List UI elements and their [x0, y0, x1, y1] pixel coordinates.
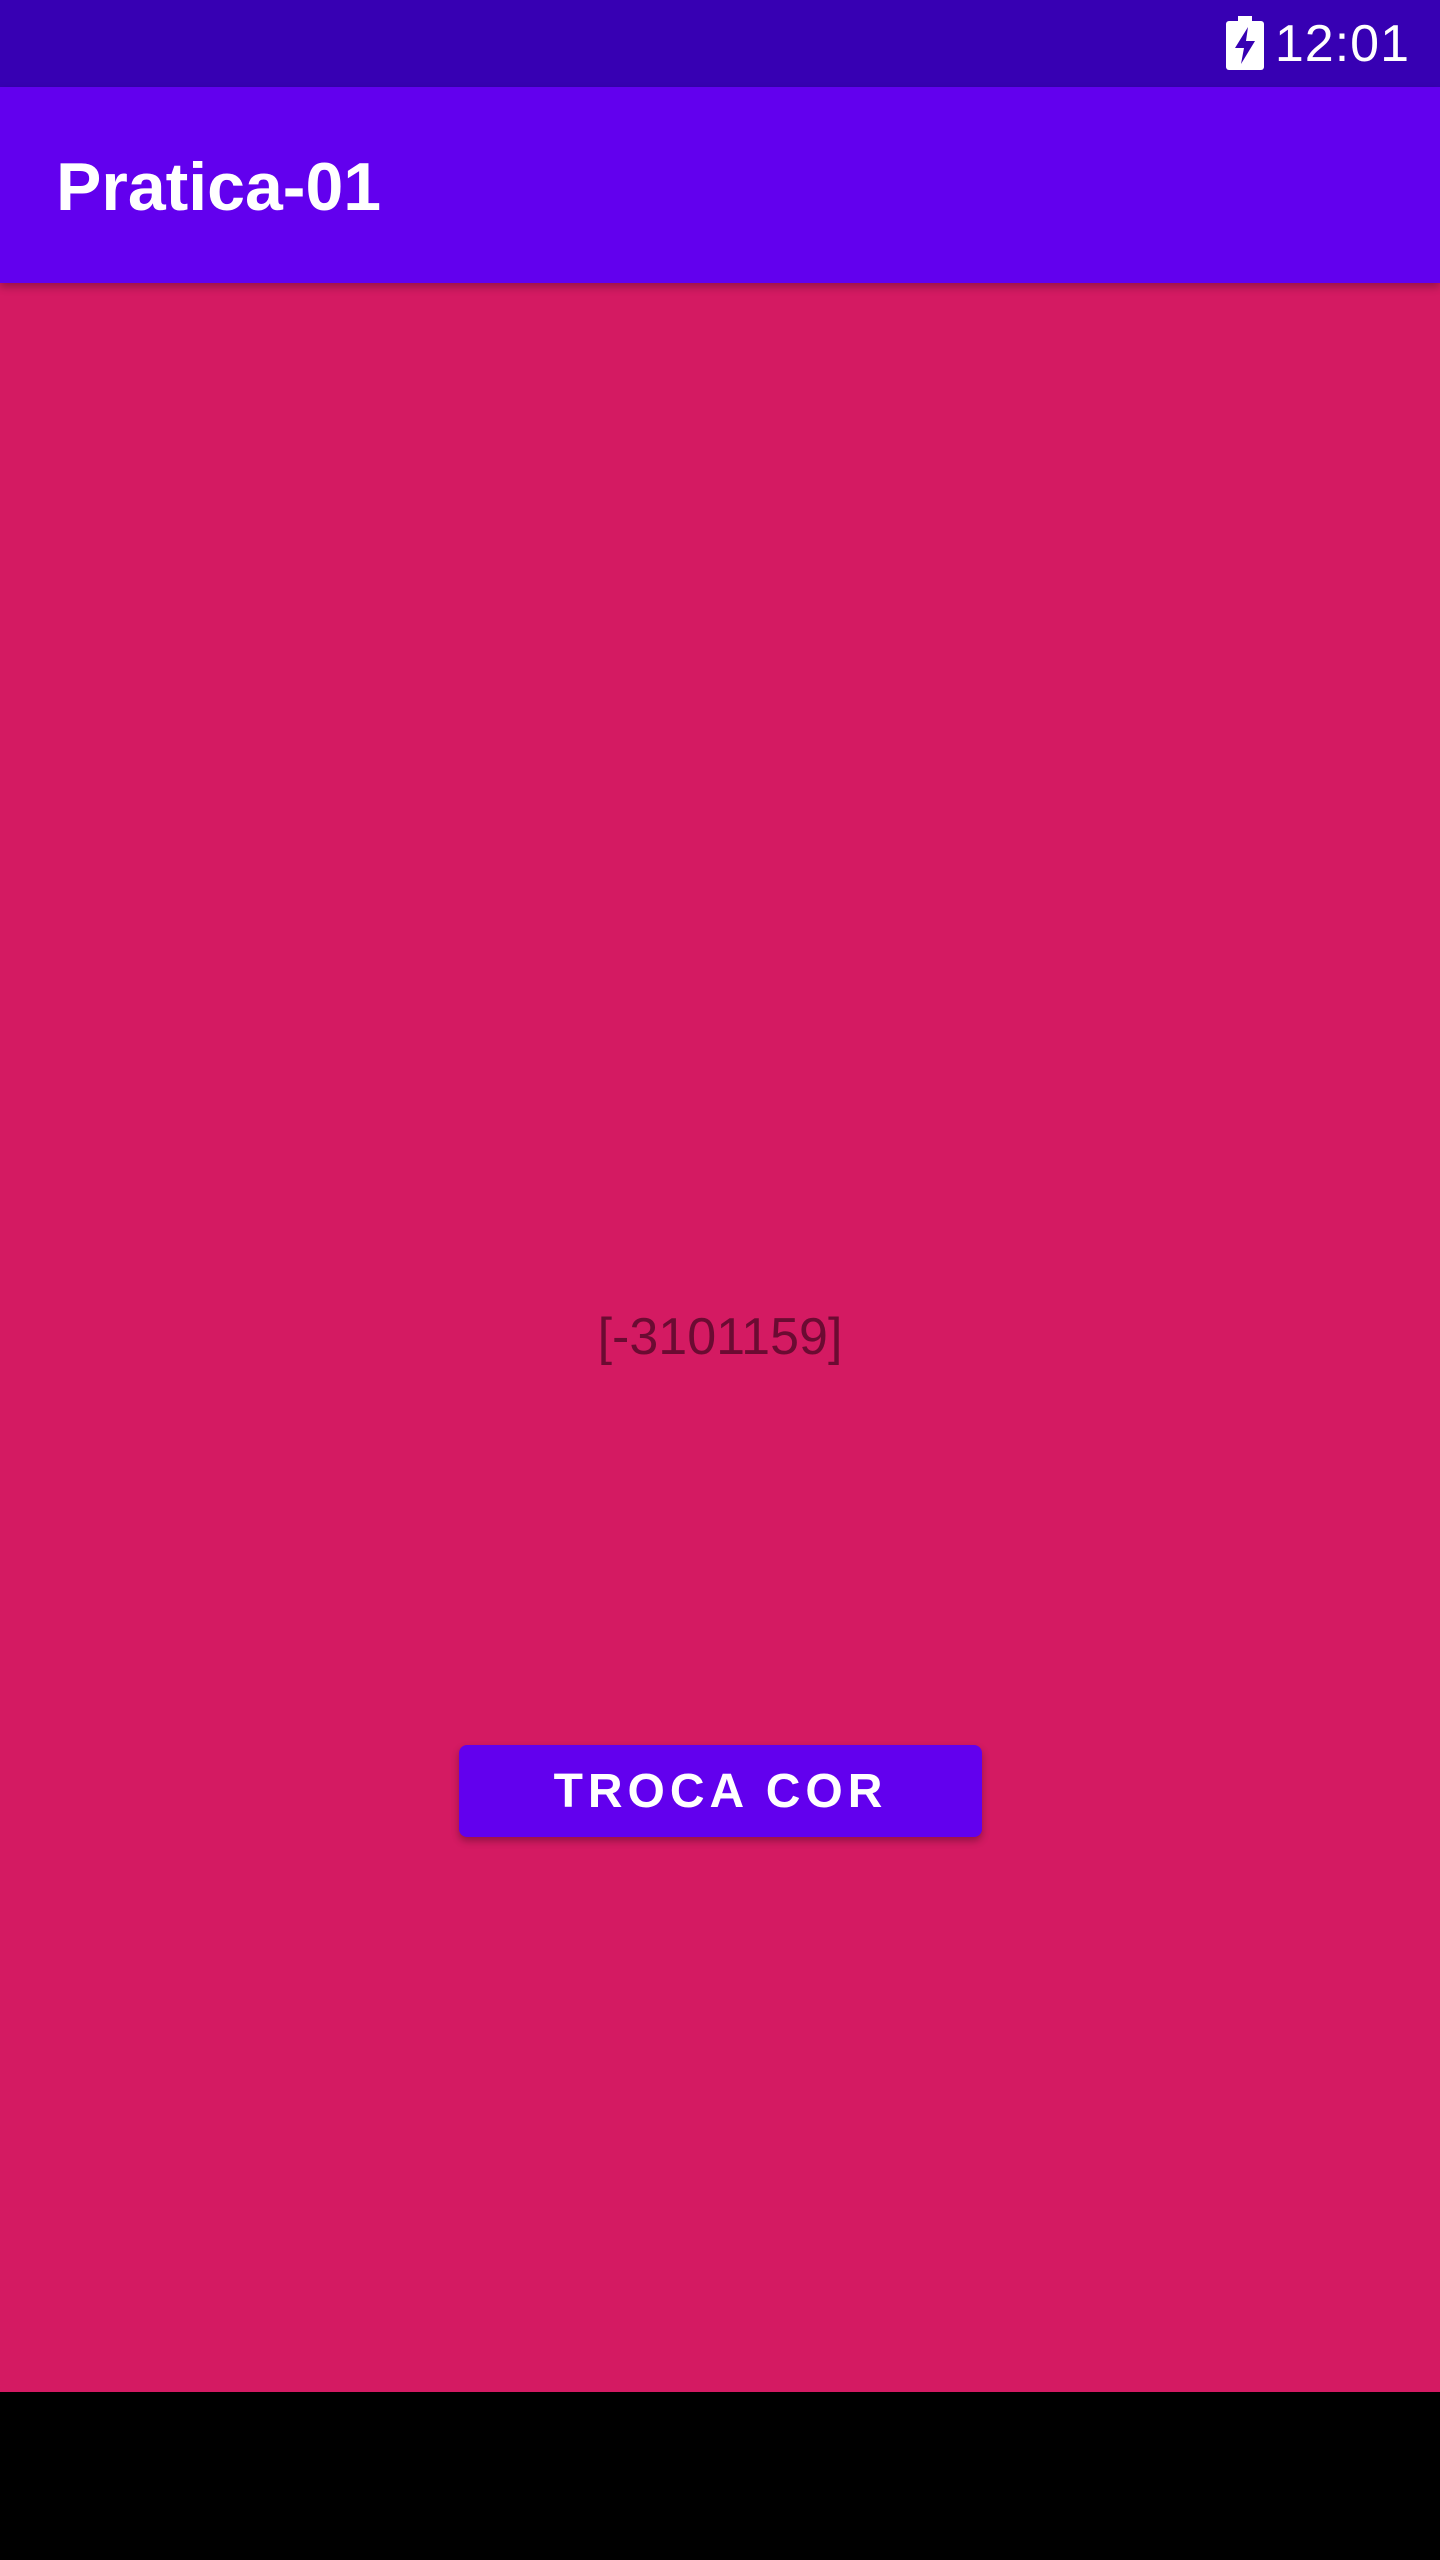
status-time: 12:01	[1274, 15, 1410, 73]
status-bar: 12:01	[0, 0, 1440, 87]
main-content: [-3101159] TROCA COR	[0, 283, 1440, 2392]
navigation-bar	[0, 2392, 1440, 2560]
battery-charging-icon	[1226, 16, 1264, 70]
app-screen: 12:01 Pratica-01 [-3101159] TROCA COR	[0, 0, 1440, 2560]
change-color-button[interactable]: TROCA COR	[459, 1745, 982, 1837]
app-title: Pratica-01	[56, 149, 382, 225]
app-bar: Pratica-01	[0, 87, 1440, 283]
color-value-text: [-3101159]	[597, 1308, 843, 1366]
